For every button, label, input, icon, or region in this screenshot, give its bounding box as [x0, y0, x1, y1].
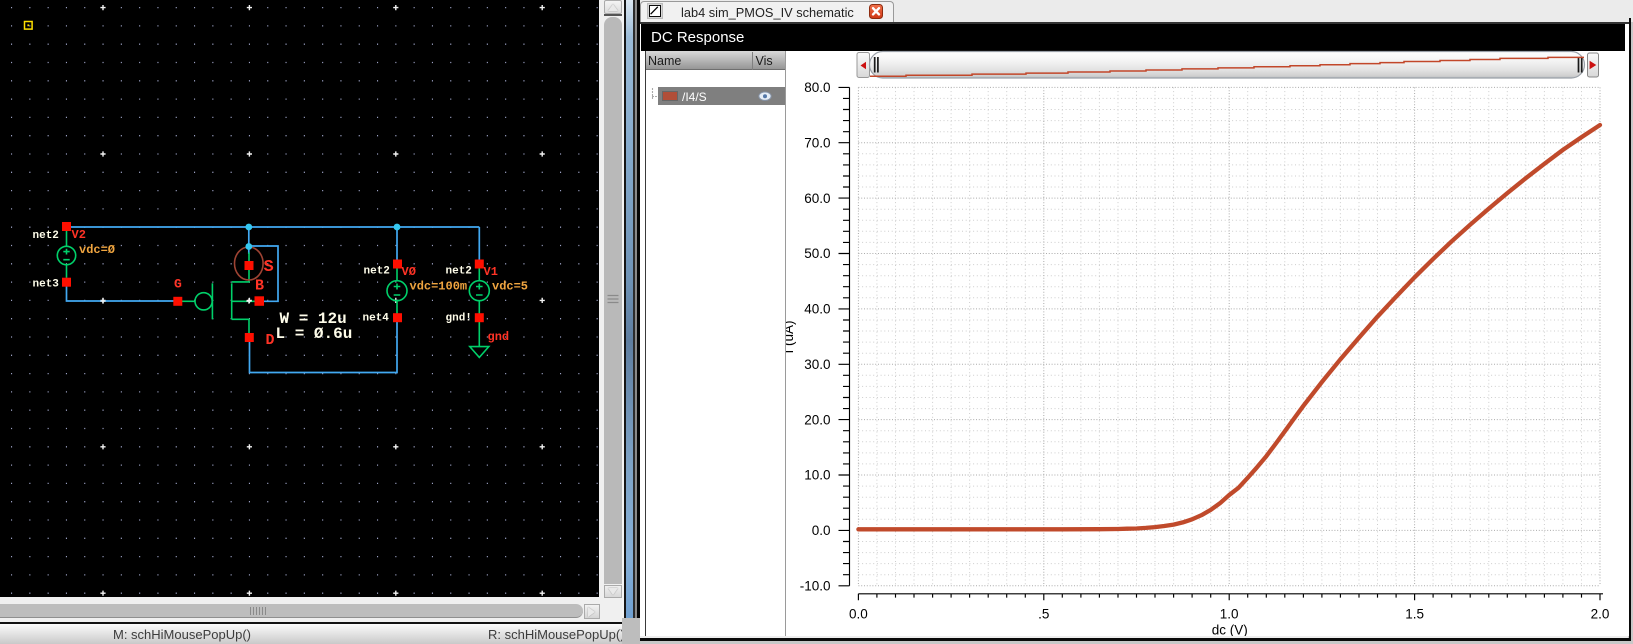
- svg-text:0.0: 0.0: [812, 523, 831, 538]
- svg-text:net4: net4: [363, 313, 390, 325]
- svg-text:vdc=5: vdc=5: [492, 279, 528, 293]
- svg-text:V1: V1: [484, 265, 498, 279]
- svg-text:20.0: 20.0: [804, 412, 830, 427]
- svg-text:60.0: 60.0: [804, 191, 830, 206]
- svg-text:2.0: 2.0: [1591, 606, 1610, 621]
- svg-text:net2: net2: [446, 266, 472, 278]
- svg-text:70.0: 70.0: [804, 135, 830, 150]
- svg-text:vdc=100m: vdc=100m: [410, 279, 468, 293]
- svg-text:80.0: 80.0: [804, 80, 830, 95]
- svg-text:I (uA): I (uA): [786, 320, 796, 353]
- svg-text:10.0: 10.0: [804, 468, 830, 483]
- svg-text:1.5: 1.5: [1405, 606, 1424, 621]
- svg-text:L = Ø.6u: L = Ø.6u: [276, 325, 353, 343]
- svg-text:vdc=Ø: vdc=Ø: [79, 243, 115, 257]
- svg-text:net2: net2: [33, 230, 59, 242]
- svg-text:-10.0: -10.0: [800, 579, 831, 594]
- svg-text:0.0: 0.0: [849, 606, 868, 621]
- svg-text:50.0: 50.0: [804, 246, 830, 261]
- svg-text:.5: .5: [1038, 606, 1049, 621]
- svg-text:gnd!: gnd!: [446, 313, 472, 325]
- svg-text:D: D: [266, 332, 275, 349]
- svg-text:net3: net3: [33, 279, 60, 291]
- svg-text:B: B: [255, 278, 264, 295]
- svg-text:net2: net2: [364, 266, 390, 278]
- svg-text:G: G: [174, 277, 182, 292]
- svg-text:40.0: 40.0: [804, 302, 830, 317]
- svg-text:V2: V2: [72, 228, 86, 242]
- svg-text:30.0: 30.0: [804, 357, 830, 372]
- svg-text:1.0: 1.0: [1220, 606, 1239, 621]
- svg-text:S: S: [264, 258, 274, 277]
- svg-text:gnd: gnd: [488, 330, 510, 344]
- svg-text:VØ: VØ: [402, 265, 416, 279]
